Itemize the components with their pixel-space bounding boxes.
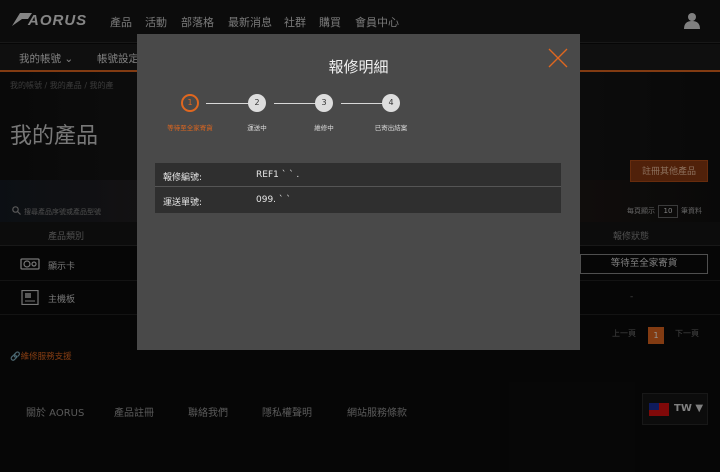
modal-title: 報修明細 (328, 58, 389, 76)
repair-details-modal: 報修明細 1 2 3 4 等待至全家寄貨 運送中 維修中 已寄出結案 報修編號:… (137, 34, 580, 350)
repair-number-label: 報修編號: (163, 173, 203, 183)
shipping-number-label: 運送單號: (163, 198, 203, 208)
progress-stepper: 1 2 3 4 等待至全家寄貨 運送中 維修中 已寄出結案 (155, 94, 425, 134)
repair-number-value: REF1 ` ` . (256, 170, 300, 180)
step-3-label: 維修中 (314, 124, 334, 132)
step-4-label: 已寄出結案 (374, 124, 408, 132)
step-1-circle: 1 (181, 94, 199, 112)
shipping-number-value: 099. ` ` (256, 195, 291, 205)
step-4-circle: 4 (382, 94, 400, 112)
repair-info-table: 報修編號: REF1 ` ` . 運送單號: 099. ` ` (155, 163, 561, 213)
step-2-label: 運送中 (247, 124, 267, 132)
info-row-repair-number: 報修編號: REF1 ` ` . (155, 163, 561, 187)
step-1-label: 等待至全家寄貨 (167, 124, 213, 132)
info-row-shipping-number: 運送單號: 099. ` ` (155, 188, 561, 212)
step-2-circle: 2 (248, 94, 266, 112)
step-3-circle: 3 (315, 94, 333, 112)
close-icon[interactable] (547, 47, 569, 69)
